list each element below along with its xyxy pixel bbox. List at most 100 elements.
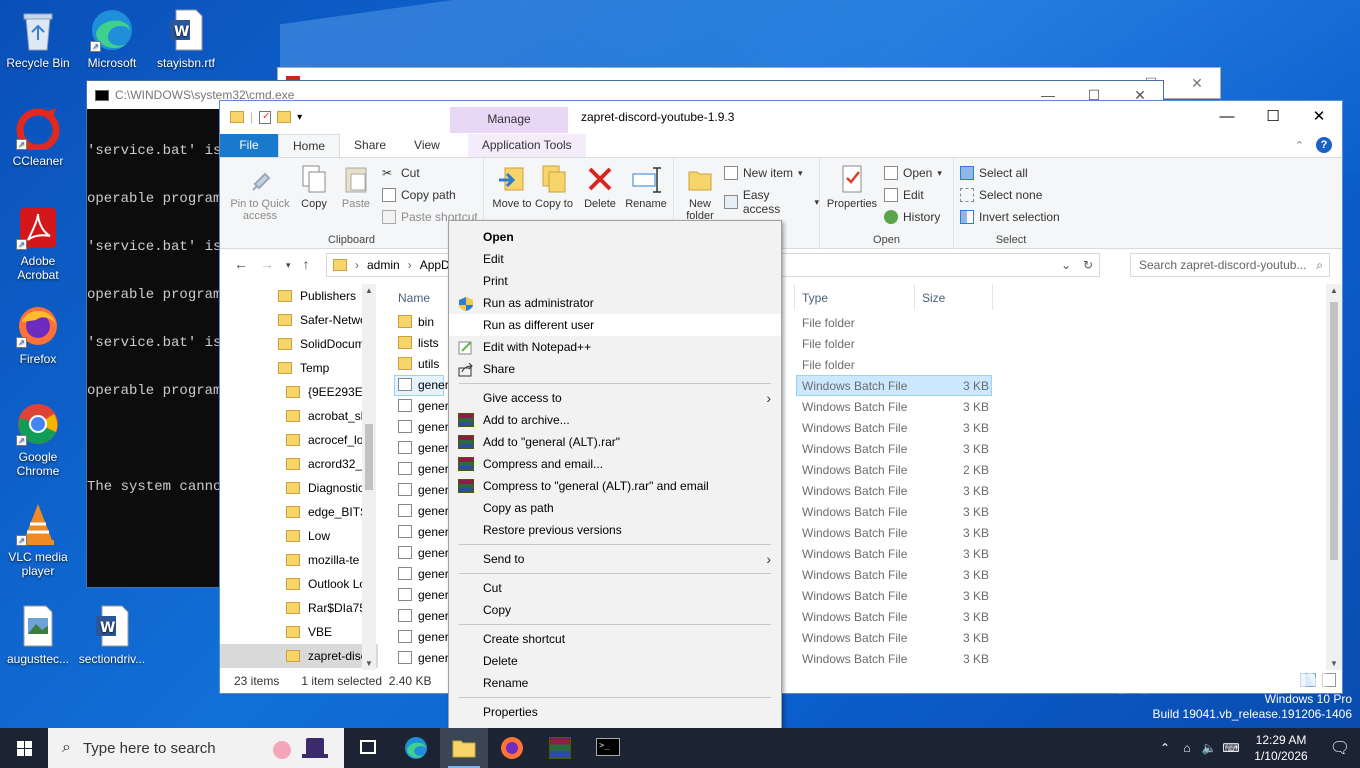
properties-check-icon[interactable]: ✓ [259,110,272,124]
new-folder-qa-icon[interactable] [277,111,292,123]
menu-item-give-access-to[interactable]: Give access to › [449,387,781,409]
tab-share[interactable]: Share [340,134,400,157]
new-item-button[interactable]: New item ▾ [724,166,803,180]
notifications-icon[interactable]: 🗨 [1320,738,1360,758]
nav-item[interactable]: Publishers [220,284,378,308]
column-type[interactable]: Type [802,291,828,305]
easy-access-button[interactable]: Easy access ▾ [724,188,819,216]
nav-item[interactable]: Safer-Netwo [220,308,378,332]
move-to-button[interactable]: Move to [492,164,532,210]
explorer-titlebar[interactable]: | ✓ ▾ Manage zapret-discord-youtube-1.9.… [220,101,1342,133]
word-doc-shortcut-2[interactable]: W sectiondriv... [74,604,150,666]
edit-button[interactable]: Edit [884,188,924,202]
back-arrow-icon[interactable]: ← [234,256,248,274]
customize-qa-icon[interactable]: ▾ [297,112,302,123]
navigation-pane[interactable]: Publishers Safer-Netwo SolidDocum Temp {9EE2… [220,284,378,670]
select-all-button[interactable]: Select all [960,166,1028,180]
vlc-shortcut[interactable]: ↗ VLC media player [0,502,76,578]
history-button[interactable]: History [884,210,940,224]
invert-selection-button[interactable]: Invert selection [960,210,1060,224]
taskbar-cmd[interactable]: >_ [584,728,632,768]
menu-item-compress-to-general-alt-rar-and-email[interactable]: Compress to "general (ALT).rar" and emai… [449,475,781,497]
ccleaner-shortcut[interactable]: ↗ CCleaner [0,106,76,168]
image-file-shortcut[interactable]: augusttec... [0,604,76,666]
tab-view[interactable]: View [400,134,454,157]
menu-item-edit-with-notepad[interactable]: Edit with Notepad++ [449,336,781,358]
menu-item-cut[interactable]: Cut [449,577,781,599]
forward-arrow-icon[interactable]: → [260,256,274,274]
search-input[interactable]: Search zapret-discord-youtub... ⌕ [1130,253,1330,277]
nav-item[interactable]: SolidDocum [220,332,378,356]
column-name[interactable]: Name [398,291,430,305]
menu-item-rename[interactable]: Rename [449,672,781,694]
recycle-bin-shortcut[interactable]: Recycle Bin [0,8,76,70]
taskbar-firefox[interactable] [488,728,536,768]
refresh-icon[interactable]: ↻ [1083,258,1093,272]
nav-item[interactable]: Diagnostic [220,476,378,500]
column-divider[interactable] [992,284,993,310]
menu-item-delete[interactable]: Delete [449,650,781,672]
clock[interactable]: 12:29 AM 1/10/2026 [1242,732,1320,764]
properties-button[interactable]: Properties [822,164,882,210]
tray-overflow-icon[interactable]: ⌃ [1154,741,1176,755]
help-icon[interactable]: ? [1316,137,1332,153]
edge-shortcut[interactable]: ↗ Microsoft Edge [74,8,150,70]
nav-item[interactable]: {9EE293E3- [220,380,378,404]
up-arrow-icon[interactable]: ↑ [303,256,310,274]
scroll-up-icon[interactable]: ▲ [1326,286,1342,295]
collapse-ribbon-icon[interactable]: ⌃ [1295,139,1304,152]
copy-button[interactable]: Copy [296,164,332,210]
taskbar-search[interactable]: ⌕ Type here to search [48,728,344,768]
menu-item-edit[interactable]: Edit [449,248,781,270]
select-none-button[interactable]: Select none [960,188,1042,202]
menu-item-open[interactable]: Open [449,226,781,248]
tab-home[interactable]: Home [278,134,341,157]
nav-item[interactable]: Outlook Lo [220,572,378,596]
menu-item-copy[interactable]: Copy [449,599,781,621]
acrobat-shortcut[interactable]: ↗ Adobe Acrobat [0,206,76,282]
menu-item-compress-and-email[interactable]: Compress and email... [449,453,781,475]
close-button[interactable]: ✕ [1296,101,1342,133]
taskbar-winrar[interactable] [536,728,584,768]
tab-application-tools[interactable]: Application Tools [467,134,586,157]
paste-button[interactable]: Paste [336,164,376,210]
task-view-button[interactable] [344,728,392,768]
delete-button[interactable]: Delete [580,164,620,210]
nav-item[interactable]: Rar$DIa754 [220,596,378,620]
nav-item[interactable]: zapret-disc [220,644,378,668]
menu-item-run-as-different-user[interactable]: Run as different user [449,314,781,336]
nav-item[interactable]: edge_BITS_ [220,500,378,524]
scroll-down-icon[interactable]: ▼ [362,659,376,668]
nav-item[interactable]: Temp [220,356,378,380]
column-divider[interactable] [794,284,795,310]
menu-item-restore-previous-versions[interactable]: Restore previous versions [449,519,781,541]
copy-to-button[interactable]: Copy to [534,164,574,210]
rename-button[interactable]: Rename [622,164,670,210]
menu-item-run-as-administrator[interactable]: Run as administrator [449,292,781,314]
menu-item-copy-as-path[interactable]: Copy as path [449,497,781,519]
minimize-button[interactable]: — [1204,101,1250,133]
scroll-up-icon[interactable]: ▲ [362,286,376,295]
menu-item-print[interactable]: Print [449,270,781,292]
menu-item-properties[interactable]: Properties [449,701,781,723]
menu-item-add-to-archive[interactable]: Add to archive... [449,409,781,431]
taskbar-edge[interactable] [392,728,440,768]
pin-quick-access-button[interactable]: Pin to Quick access [226,164,294,222]
open-button[interactable]: Open ▾ [884,166,942,180]
recent-locations-icon[interactable]: ▾ [286,256,291,274]
nav-item[interactable]: Low [220,524,378,548]
nav-scrollbar[interactable]: ▲ ▼ [362,284,376,670]
tab-manage[interactable]: Manage [450,107,568,133]
scroll-thumb[interactable] [365,424,373,490]
nav-item[interactable]: acrord32_s [220,452,378,476]
network-icon[interactable]: ⌂ [1176,741,1198,755]
breadcrumb-admin[interactable]: admin [367,258,400,272]
menu-item-share[interactable]: Share [449,358,781,380]
menu-item-create-shortcut[interactable]: Create shortcut [449,628,781,650]
nav-item[interactable]: VBE [220,620,378,644]
column-divider[interactable] [914,284,915,310]
input-language-icon[interactable]: ⌨ [1220,741,1242,755]
nav-item[interactable]: acrocef_lo [220,428,378,452]
volume-icon[interactable]: 🔈 [1198,741,1220,755]
nav-item[interactable]: acrobat_sb [220,404,378,428]
